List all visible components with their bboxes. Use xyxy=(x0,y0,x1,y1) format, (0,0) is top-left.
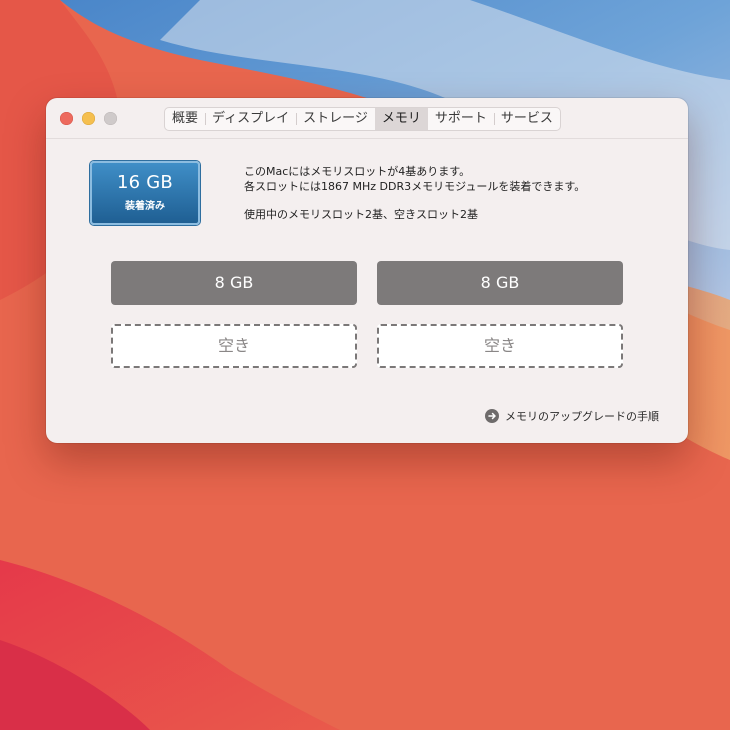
tab-overview[interactable]: 概要 xyxy=(165,108,205,130)
installed-memory-size: 16 GB xyxy=(117,172,173,193)
memory-upgrade-label: メモリのアップグレードの手順 xyxy=(505,410,659,423)
tab-memory[interactable]: メモリ xyxy=(374,108,428,130)
close-button[interactable] xyxy=(60,112,73,125)
memory-slot-2: 8 GB xyxy=(377,261,623,305)
tab-bar: 概要 ディスプレイ ストレージ メモリ サポート サービス xyxy=(164,107,561,131)
desktop: 概要 ディスプレイ ストレージ メモリ サポート サービス 16 GB 装着済み… xyxy=(0,0,730,730)
zoom-button xyxy=(104,112,117,125)
tab-displays[interactable]: ディスプレイ xyxy=(205,108,296,130)
slot-count-text: このMacにはメモリスロットが4基あります。 xyxy=(244,165,471,178)
arrow-right-circle-icon xyxy=(485,409,499,423)
memory-slot-1: 8 GB xyxy=(111,261,357,305)
module-spec-text: 各スロットには1867 MHz DDR3メモリモジュールを装着できます。 xyxy=(244,180,586,193)
memory-slot-3: 空き xyxy=(111,324,357,368)
installed-memory-status: 装着済み xyxy=(125,201,165,212)
minimize-button[interactable] xyxy=(82,112,95,125)
slot-usage-text: 使用中のメモリスロット2基、空きスロット2基 xyxy=(244,208,478,221)
about-this-mac-window: 概要 ディスプレイ ストレージ メモリ サポート サービス 16 GB 装着済み… xyxy=(46,98,688,443)
tab-storage[interactable]: ストレージ xyxy=(296,108,375,130)
tab-service[interactable]: サービス xyxy=(493,108,560,130)
titlebar: 概要 ディスプレイ ストレージ メモリ サポート サービス xyxy=(46,98,688,139)
memory-slot-4: 空き xyxy=(377,324,623,368)
memory-upgrade-link[interactable]: メモリのアップグレードの手順 xyxy=(485,408,659,424)
installed-memory-badge: 16 GB 装着済み xyxy=(90,161,200,225)
memory-info: このMacにはメモリスロットが4基あります。 各スロットには1867 MHz D… xyxy=(244,164,585,222)
tab-support[interactable]: サポート xyxy=(428,108,494,130)
